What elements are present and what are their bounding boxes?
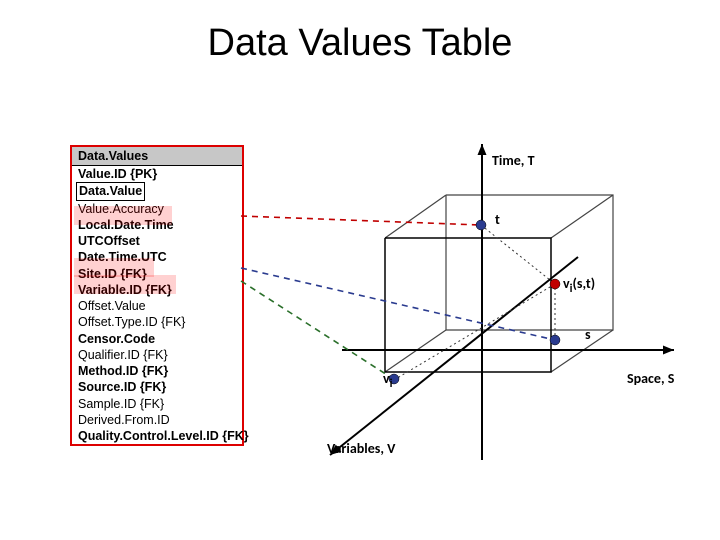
label-time-axis: Time, T (492, 152, 535, 169)
diagram-svg (0, 0, 720, 540)
label-vi: vi (383, 370, 393, 391)
label-t: t (495, 211, 500, 228)
label-variables-axis: Variables, V (327, 440, 395, 457)
label-point: vi(s,t) (563, 275, 595, 296)
label-space-axis: Space, S (627, 370, 674, 387)
label-s: s (585, 326, 591, 343)
